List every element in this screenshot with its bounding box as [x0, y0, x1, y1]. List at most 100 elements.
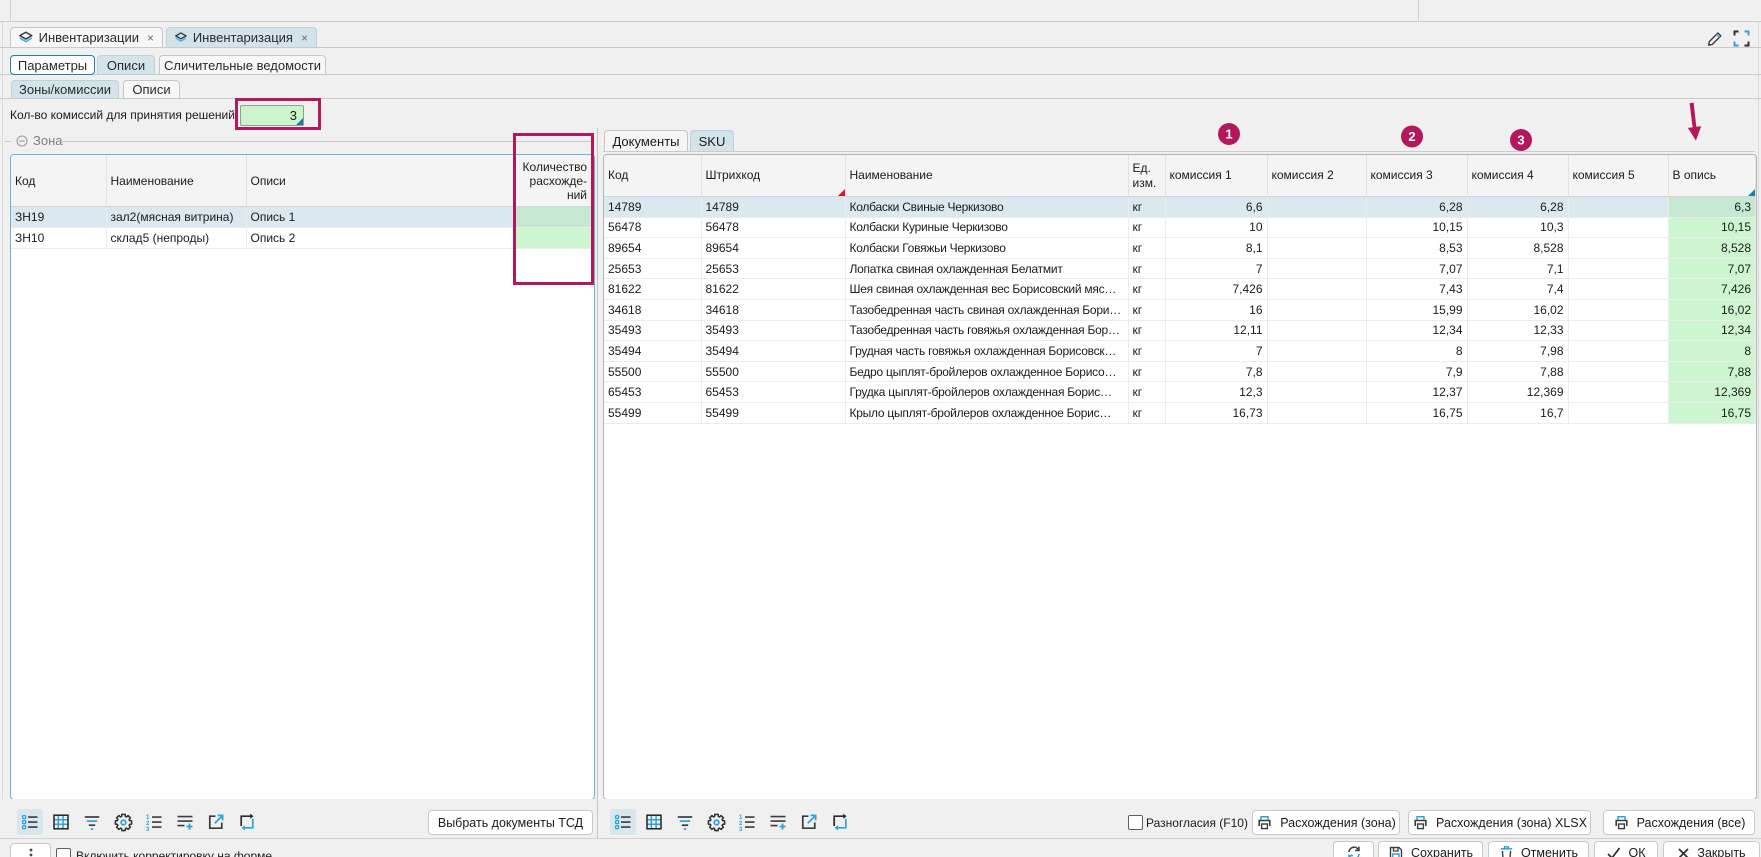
disagreements-checkbox[interactable] [1128, 815, 1143, 830]
grid-view-icon[interactable] [48, 809, 74, 835]
column-header[interactable]: Код [604, 155, 701, 197]
grid-view-icon[interactable] [641, 809, 667, 835]
cell: 8,1 [1165, 238, 1267, 259]
zones-table-panel: Код Наименование Описи Количество расхож… [10, 154, 595, 800]
discrepancies-zone-xlsx-button[interactable]: Расхождения (зона) XLSX [1408, 810, 1591, 835]
groupbox-border [61, 141, 593, 142]
cell: кг [1128, 238, 1165, 259]
cell: Шея свиная охлажденная вес Борисовский м… [845, 279, 1128, 300]
right-tab-sku[interactable]: SKU [690, 130, 734, 151]
cell: 14789 [604, 197, 701, 218]
column-header[interactable]: Наименование [845, 155, 1128, 197]
tab-label: Инвентаризации [39, 30, 139, 45]
cell [1267, 258, 1366, 279]
column-header[interactable]: комиссия 2 [1267, 155, 1366, 197]
close-button[interactable]: Закрыть [1663, 841, 1760, 857]
commission-count-input[interactable]: 3 [240, 105, 304, 126]
cell [1267, 197, 1366, 218]
cell: 55499 [604, 402, 701, 423]
sku-row[interactable]: 6545365453Грудка цыплят-бройлеров охлажд… [604, 382, 1756, 403]
sku-row[interactable]: 3549435494Грудная часть говяжья охлажден… [604, 341, 1756, 362]
sku-row[interactable]: 8965489654Колбаски Говяжьи Черкизовокг8,… [604, 238, 1756, 259]
sku-row[interactable]: 5647856478Колбаски Куриные Черкизовокг10… [604, 217, 1756, 238]
more-options-button[interactable] [10, 843, 51, 857]
page-tab-2[interactable]: Описи [97, 55, 155, 75]
page-tab-bar: ПараметрыОписиСличительные ведомости [0, 48, 1761, 75]
refresh-loop-icon[interactable] [827, 809, 853, 835]
zone-row[interactable]: ЗН19зал2(мясная витрина)Опись 1 [11, 207, 594, 228]
edit-pencil-icon[interactable] [1704, 28, 1724, 48]
column-header[interactable]: В опись [1668, 155, 1756, 197]
refresh-button[interactable] [1333, 841, 1374, 857]
refresh-loop-icon[interactable] [234, 809, 260, 835]
gear-icon[interactable] [703, 809, 729, 835]
cell: 12,369 [1467, 382, 1568, 403]
save-button[interactable]: Сохранить [1378, 841, 1483, 857]
tab-inventarizacii[interactable]: Инвентаризации × [10, 27, 163, 47]
gear-icon[interactable] [110, 809, 136, 835]
close-icon[interactable]: × [147, 31, 154, 45]
cell [515, 207, 594, 228]
cancel-button[interactable]: Отменить [1488, 841, 1589, 857]
toolbar-divider [1418, 0, 1419, 21]
column-header[interactable]: комиссия 3 [1366, 155, 1467, 197]
input-corner-marker [296, 118, 303, 125]
filter-icon[interactable] [79, 809, 105, 835]
column-header[interactable]: комиссия 4 [1467, 155, 1568, 197]
column-header-kolichestvo-raskhozhdeniy[interactable]: Количество расхожде- ний [515, 155, 594, 207]
cell: 6,6 [1165, 197, 1267, 218]
numbered-list-icon[interactable]: 1 2 3 [734, 809, 760, 835]
select-tsd-documents-button[interactable]: Выбрать документы ТСД [428, 810, 593, 835]
page-tab-1[interactable]: Параметры [10, 55, 95, 75]
cell: склад5 (непроды) [106, 228, 246, 249]
column-header-naimenovanie[interactable]: Наименование [106, 155, 246, 207]
open-external-icon[interactable] [203, 809, 229, 835]
sub-tab-2[interactable]: Описи [123, 80, 180, 99]
panel-splitter[interactable] [597, 128, 598, 838]
sub-tab-1[interactable]: Зоны/комиссии [11, 80, 119, 99]
cell [1568, 299, 1668, 320]
right-tab-документы[interactable]: Документы [604, 130, 688, 151]
discrepancies-all-button[interactable]: Расхождения (все) [1603, 810, 1755, 835]
sku-row[interactable]: 2565325653Лопатка свиная охлажденная Бел… [604, 258, 1756, 279]
sku-row[interactable]: 1478914789Колбаски Свиные Черкизовокг6,6… [604, 197, 1756, 218]
sku-row[interactable]: 3461834618Тазобедренная часть свиная охл… [604, 299, 1756, 320]
page-tab-3[interactable]: Сличительные ведомости [159, 55, 326, 75]
column-header[interactable]: комиссия 5 [1568, 155, 1668, 197]
cell [1267, 320, 1366, 341]
open-external-icon[interactable] [796, 809, 822, 835]
sku-row[interactable]: 8162281622Шея свиная охлажденная вес Бор… [604, 279, 1756, 300]
close-icon[interactable]: × [301, 31, 308, 45]
column-header[interactable]: Штрихкод [701, 155, 845, 197]
column-header[interactable]: комиссия 1 [1165, 155, 1267, 197]
sku-row[interactable]: 3549335493Тазобедренная часть говяжья ох… [604, 320, 1756, 341]
numbered-list-icon[interactable]: 1 2 3 [141, 809, 167, 835]
add-rows-icon[interactable] [765, 809, 791, 835]
collapse-icon[interactable] [16, 135, 28, 147]
sku-row[interactable]: 5549955499Крыло цыплят-бройлеров охлажде… [604, 402, 1756, 423]
sub-tab-bar: Зоны/комиссииОписи [0, 74, 1761, 99]
add-rows-icon[interactable] [172, 809, 198, 835]
filter-icon[interactable] [672, 809, 698, 835]
zone-row[interactable]: ЗН10склад5 (непроды)Опись 2 [11, 228, 594, 249]
cell [1267, 361, 1366, 382]
discrepancies-zone-button[interactable]: Расхождения (зона) [1252, 810, 1400, 835]
cell: Грудная часть говяжья охлажденная Борисо… [845, 341, 1128, 362]
cell: 7,88 [1668, 361, 1756, 382]
cell: 65453 [604, 382, 701, 403]
column-header-opisi[interactable]: Описи [246, 155, 515, 207]
zones-table: Код Наименование Описи Количество расхож… [11, 155, 594, 249]
ok-button[interactable]: ОК [1594, 841, 1658, 857]
sku-row[interactable]: 5550055500Бедро цыплят-бройлеров охлажде… [604, 361, 1756, 382]
fullscreen-icon[interactable] [1732, 29, 1752, 48]
column-header[interactable]: Ед. изм. [1128, 155, 1165, 197]
cell: 35494 [701, 341, 845, 362]
column-header-kod[interactable]: Код [11, 155, 106, 207]
list-view-icon[interactable] [610, 809, 636, 835]
enable-correction-checkbox[interactable] [56, 848, 71, 857]
list-view-icon[interactable] [17, 809, 43, 835]
sku-table: КодШтрихкодНаименованиеЕд. изм.комиссия … [604, 155, 1756, 424]
sort-marker-icon [1748, 189, 1755, 196]
cell: 10,15 [1366, 217, 1467, 238]
tab-inventarizaciya[interactable]: Инвентаризация × [166, 27, 317, 47]
